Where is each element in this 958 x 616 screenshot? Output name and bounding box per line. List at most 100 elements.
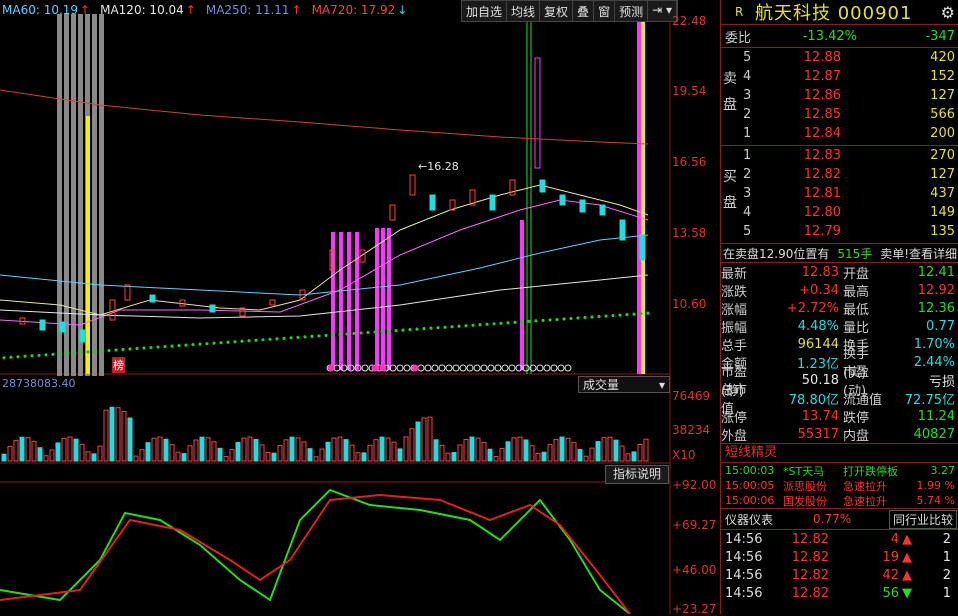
volume-bar — [415, 421, 421, 462]
toolbar-button[interactable]: 均线 — [507, 1, 541, 21]
dotted-ma — [233, 340, 237, 344]
stat-value: 4.48% — [797, 318, 839, 334]
orderbook-vol: 135 — [930, 224, 955, 239]
orderbook-row[interactable]: 3 12.81 437 — [721, 184, 958, 203]
dotted-ma — [107, 348, 111, 353]
sell-orderbook: 卖盘 5 12.88 420 4 12.87 152 3 12.86 127 2 12.85 566 1… — [721, 48, 958, 146]
toolbar-button[interactable]: 叠 — [573, 1, 595, 21]
tick-time: 14:56 — [725, 549, 763, 565]
sell-note-action[interactable]: 卖单!查看详细 — [880, 245, 958, 262]
short-line-val: 3.27 — [930, 464, 956, 477]
toolbar-button[interactable]: 窗 — [594, 1, 616, 21]
volume-bar — [187, 445, 193, 462]
kline-chart-area[interactable]: MA60: 10.19 ↑ MA120: 10.04 ↑ MA250: 11.11 ↑ MA… — [0, 0, 720, 616]
volume-bar — [277, 445, 283, 462]
volume-dropdown[interactable]: 成交量 ▾ — [578, 376, 670, 393]
dotted-ma — [492, 322, 496, 326]
buy-label: 买盘 — [723, 169, 737, 211]
volume-bar — [559, 436, 565, 462]
volume-bar — [175, 451, 181, 462]
volume-bar — [637, 443, 643, 462]
dotted-ma — [457, 324, 461, 328]
volume-bar — [109, 406, 115, 462]
signal-dot — [557, 364, 565, 372]
ma-legend-label: MA720: 17.92 — [311, 3, 396, 17]
tick-time: 14:56 — [725, 567, 763, 583]
dotted-ma — [583, 315, 587, 320]
highlight-bar — [99, 14, 104, 376]
short-line-item[interactable]: 15:00:03 *ST天马 打开跌停板 3.27 — [721, 463, 958, 478]
toolbar-button[interactable]: 加自选 — [462, 1, 508, 21]
orderbook-row[interactable]: 2 12.85 566 — [721, 105, 958, 124]
orderbook-row[interactable]: 2 12.82 127 — [721, 165, 958, 184]
short-line-item[interactable]: 15:00:06 国发股份 急速拉升 5.74 % — [721, 493, 958, 508]
orderbook-row[interactable]: 5 12.79 135 — [721, 222, 958, 241]
orderbook-row[interactable]: 1 12.84 200 — [721, 124, 958, 143]
signal-dot — [487, 364, 495, 372]
dotted-ma — [163, 344, 167, 349]
dotted-ma — [632, 312, 636, 316]
signal-dot — [543, 364, 551, 372]
indicator-axis-label: +69.27 — [672, 518, 717, 532]
short-line-header[interactable]: 短线精灵 — [721, 444, 958, 463]
sector-pct: 0.77% — [813, 512, 852, 526]
stat-label: 跌停 — [843, 410, 870, 426]
dotted-ma — [366, 330, 370, 335]
orderbook-vol: 420 — [930, 50, 955, 65]
peer-compare-button[interactable]: 同行业比较 — [888, 509, 957, 529]
orderbook-lvl: 4 — [743, 205, 752, 220]
toolbar-button[interactable]: 预测 — [615, 1, 649, 21]
toolbar-button[interactable]: 复权 — [540, 1, 574, 21]
rank-tag[interactable]: 榜 — [112, 357, 125, 373]
sell-note[interactable]: 在卖盘12.90位置有 515手 卖单!查看详细 — [721, 244, 958, 263]
signal-dot — [501, 364, 509, 372]
volume-bar — [589, 447, 595, 462]
volume-bar — [481, 441, 487, 462]
volume-bar — [235, 441, 241, 462]
dotted-ma — [331, 333, 335, 337]
signal-bar — [339, 232, 343, 370]
volume-bar — [103, 409, 109, 462]
orderbook-lvl: 1 — [743, 148, 752, 163]
signal-bar — [331, 232, 335, 370]
volume-bar — [445, 452, 451, 462]
ma-legend-item: MA720: 17.92 ↓ — [312, 3, 408, 17]
orderbook-row[interactable]: 5 12.88 420 — [721, 48, 958, 67]
sell-label: 卖盘 — [723, 71, 737, 113]
stat-label: 外盘 — [721, 428, 748, 444]
dotted-ma — [534, 319, 538, 323]
gear-icon[interactable]: ⚙ — [941, 3, 955, 22]
quote-panel: R 航天科技 000901 ⚙ 委比 -13.42% -347 卖盘 5 12.8… — [720, 0, 958, 614]
dotted-ma — [44, 353, 48, 357]
dotted-ma — [240, 339, 244, 343]
volume-bar — [133, 455, 139, 462]
volume-bar — [19, 436, 25, 462]
short-line-item[interactable]: 15:00:05 派思股份 急速拉升 1.99 % — [721, 478, 958, 493]
volume-bar — [271, 452, 277, 462]
dotted-ma — [317, 334, 321, 338]
signal-dot — [459, 364, 467, 372]
buy-orderbook: 买盘 1 12.83 270 2 12.82 127 3 12.81 437 4 12.80 149 5… — [721, 146, 958, 244]
orderbook-row[interactable]: 3 12.86 127 — [721, 86, 958, 105]
volume-bar — [631, 451, 637, 462]
volume-bar — [25, 437, 31, 462]
signal-dot — [564, 364, 572, 372]
orderbook-row[interactable]: 4 12.80 149 — [721, 203, 958, 222]
dotted-ma — [149, 345, 153, 350]
volume-bar — [121, 411, 127, 462]
signal-dot — [445, 364, 453, 372]
indicator-explain-button[interactable]: 指标说明 — [605, 465, 669, 484]
stat-value: 12.83 — [801, 264, 839, 280]
orderbook-price: 12.81 — [803, 186, 841, 201]
volume-bar — [373, 439, 379, 462]
dotted-ma — [373, 330, 377, 334]
dotted-ma — [128, 347, 132, 351]
price-axis-label: 19.54 — [672, 84, 707, 98]
sector-name: 仪器仪表 — [725, 512, 774, 527]
orderbook-row[interactable]: 4 12.87 152 — [721, 67, 958, 86]
dotted-ma — [23, 354, 27, 358]
dotted-ma — [436, 326, 440, 330]
orderbook-price: 12.84 — [803, 126, 841, 141]
signal-dot — [473, 364, 481, 372]
orderbook-row[interactable]: 1 12.83 270 — [721, 146, 958, 165]
